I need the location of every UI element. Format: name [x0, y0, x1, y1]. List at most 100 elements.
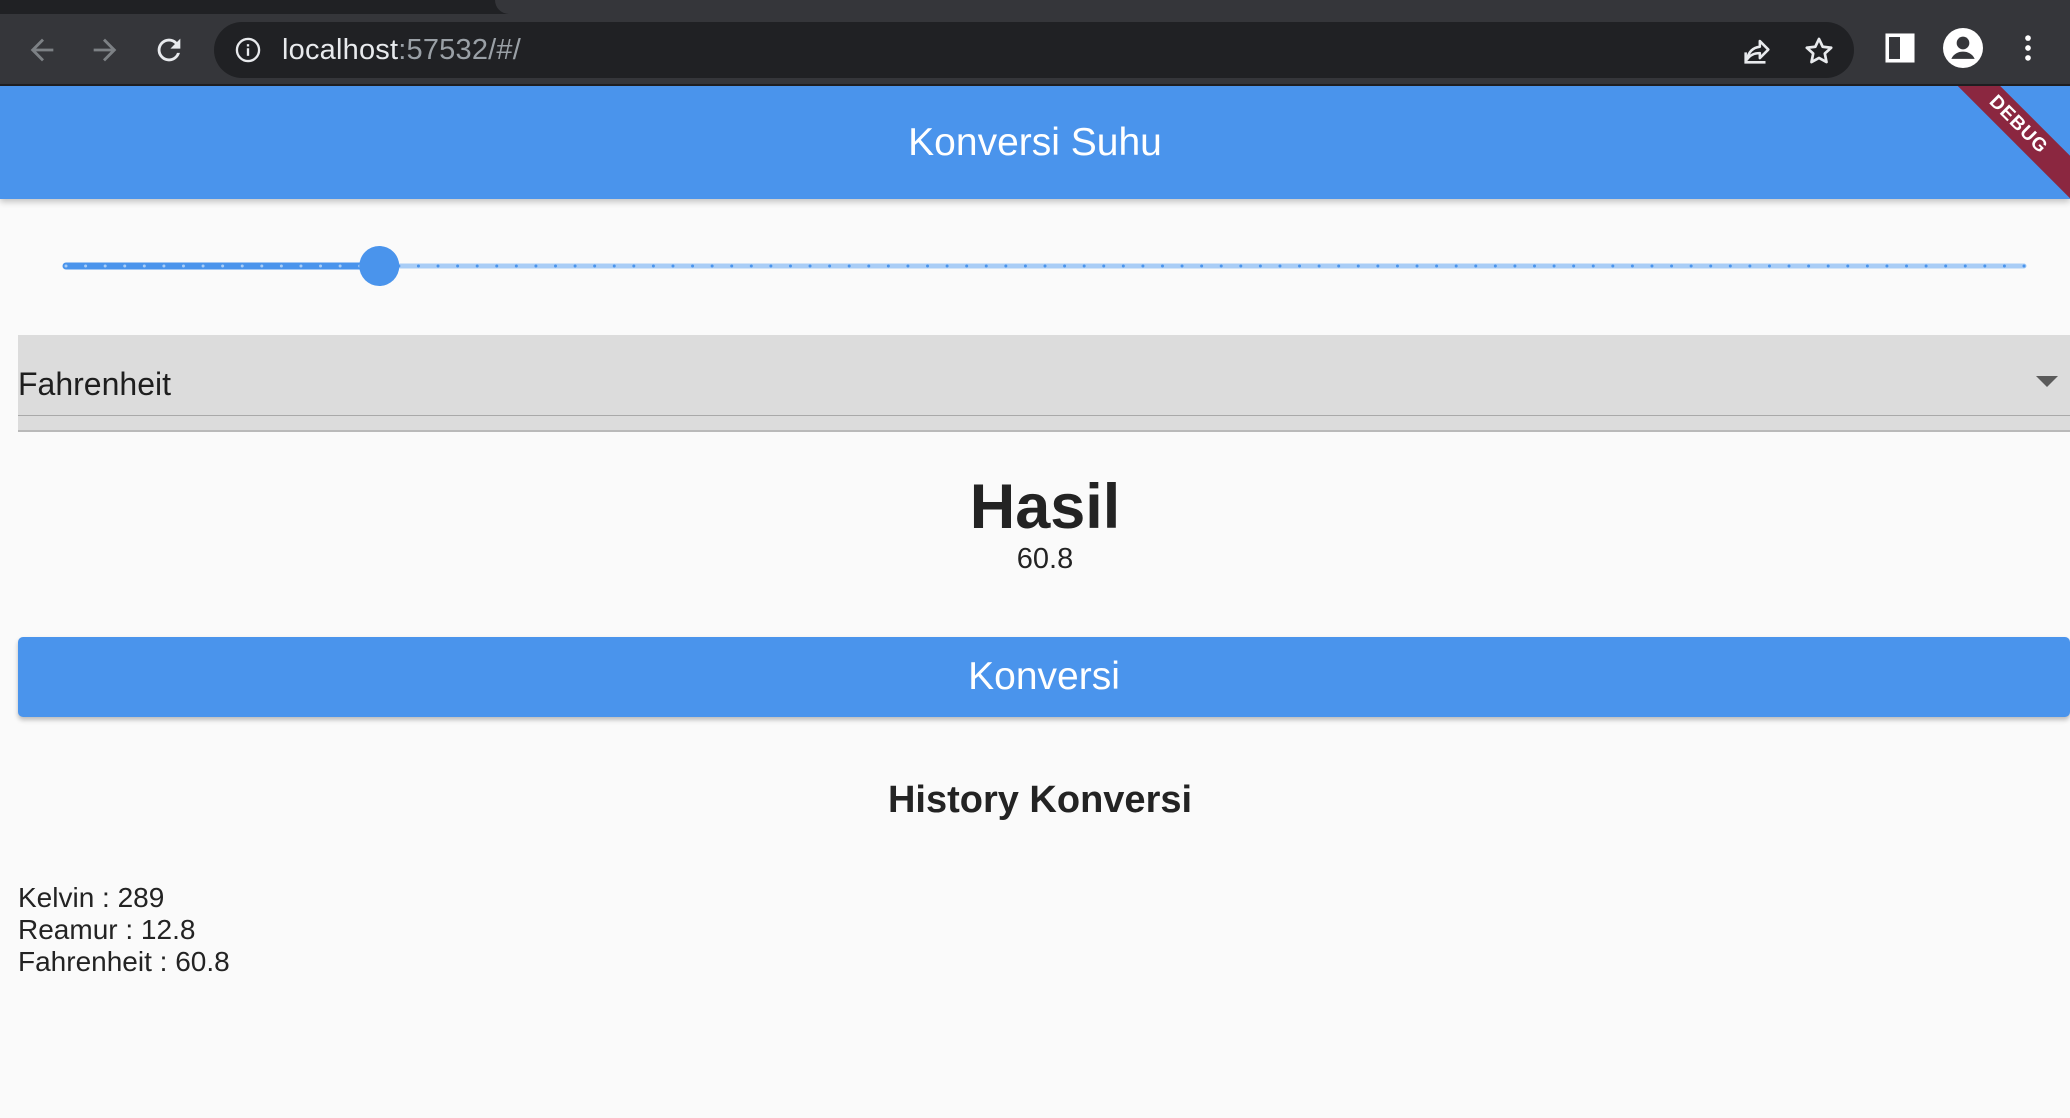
profile-icon: [1943, 28, 1983, 68]
slider-tick: [1023, 264, 1027, 268]
slider-tick: [319, 264, 323, 268]
slider-tick: [1474, 264, 1478, 268]
slider-tick: [1337, 264, 1341, 268]
slider-tick: [1533, 264, 1536, 268]
slider-tick: [1611, 264, 1615, 268]
slider-tick: [201, 264, 205, 268]
slider-tick: [123, 264, 127, 268]
slider-tick: [867, 264, 871, 268]
slider-tick: [926, 264, 930, 268]
slider-tick: [1356, 264, 1360, 268]
slider-tick: [260, 264, 264, 268]
history-title: History Konversi: [887, 779, 1193, 821]
star-icon[interactable]: [1802, 34, 1836, 68]
history-item: Fahrenheit : 60.8: [18, 946, 230, 977]
result-title: Hasil: [969, 472, 1121, 542]
share-icon[interactable]: [1740, 34, 1774, 68]
slider-tick: [1846, 264, 1850, 268]
slider-tick: [1591, 264, 1595, 268]
address-bar[interactable]: localhost:57532/#/: [214, 22, 1854, 78]
slider-tick: [965, 264, 969, 268]
slider-tick: [1180, 264, 1184, 268]
dropdown-arrow-icon[interactable]: [2036, 376, 2058, 387]
slider-tick: [1298, 264, 1302, 268]
slider-tick: [1102, 264, 1106, 268]
slider-tick: [1063, 264, 1067, 268]
temperature-slider[interactable]: [62, 244, 2027, 288]
slider-tick: [1278, 264, 1282, 268]
slider-tick: [299, 264, 303, 268]
slider-tick: [1141, 264, 1145, 268]
slider-tick: [1963, 264, 1967, 268]
info-icon[interactable]: [234, 36, 262, 64]
slider-tick: [1317, 264, 1321, 268]
slider-thumb[interactable]: [359, 246, 400, 286]
slider-tick: [1200, 264, 1204, 268]
slider-tick: [456, 264, 460, 268]
slider-tick: [103, 264, 107, 268]
slider-tick: [2002, 264, 2006, 268]
forward-button[interactable]: [77, 22, 133, 78]
history-item: Kelvin : 289: [18, 882, 165, 913]
slider-tick: [534, 264, 538, 268]
app-title: Konversi Suhu: [908, 121, 1162, 164]
slider-tick: [2022, 264, 2026, 268]
slider-tick: [162, 264, 166, 268]
slider-tick: [221, 264, 225, 268]
reload-icon: [157, 38, 181, 62]
slider-tick: [1219, 264, 1223, 268]
slider-tick: [240, 264, 244, 268]
slider-tick: [1650, 264, 1654, 268]
slider-tick: [1924, 264, 1928, 268]
slider-tick: [1376, 264, 1380, 268]
slider-tick: [1572, 264, 1576, 268]
slider-tick: [671, 264, 675, 268]
slider-tick: [1239, 264, 1243, 268]
slider-tick: [64, 264, 68, 268]
slider-tick: [1944, 264, 1948, 268]
slider-tick: [886, 264, 890, 268]
back-button[interactable]: [14, 22, 70, 78]
kebab-menu-icon: [2025, 35, 2031, 61]
convert-button[interactable]: Konversi: [18, 637, 2070, 717]
unit-dropdown[interactable]: Fahrenheit: [18, 335, 2070, 432]
slider-tick: [710, 264, 714, 268]
slider-tick: [691, 264, 695, 268]
slider-tick: [436, 264, 440, 268]
slider-tick: [651, 264, 655, 268]
slider-tick: [1493, 264, 1497, 268]
browser-menu-button[interactable]: [2008, 28, 2048, 68]
slider-tick: [495, 264, 499, 268]
slider-tick: [906, 264, 910, 268]
slider-tick: [1043, 264, 1047, 268]
slider-tick: [1082, 264, 1086, 268]
profile-button[interactable]: [1943, 28, 1983, 68]
slider-tick: [1905, 264, 1909, 268]
slider-tick: [632, 264, 636, 268]
slider-tick: [84, 264, 88, 268]
slider-tick: [142, 264, 146, 268]
slider-tick: [279, 264, 283, 268]
slider-tick: [1121, 264, 1125, 268]
slider-tick: [1767, 264, 1771, 268]
slider-tick: [1513, 264, 1517, 268]
slider-tick: [808, 264, 812, 268]
history-item: Reamur : 12.8: [18, 914, 196, 945]
slider-tick: [1004, 264, 1008, 268]
side-panel-icon: [1885, 33, 1915, 63]
browser-toolbar: localhost:57532/#/: [0, 0, 2070, 86]
slider-track[interactable]: [62, 244, 2027, 288]
slider-tick: [1454, 264, 1458, 268]
slider-tick: [1728, 264, 1732, 268]
history-list: Kelvin : 289 Reamur : 12.8 Fahrenheit : …: [18, 882, 230, 978]
side-panel-button[interactable]: [1880, 28, 1920, 68]
slider-tick: [1160, 264, 1164, 268]
slider-tick: [475, 264, 479, 268]
app-bar: Konversi Suhu DEBUG: [0, 86, 2070, 199]
slider-tick: [1826, 264, 1830, 268]
url-path: :57532/#/: [398, 34, 522, 66]
slider-tick: [554, 264, 557, 268]
back-arrow-icon: [30, 38, 54, 62]
slider-tick: [1865, 264, 1869, 268]
reload-button[interactable]: [141, 22, 197, 78]
